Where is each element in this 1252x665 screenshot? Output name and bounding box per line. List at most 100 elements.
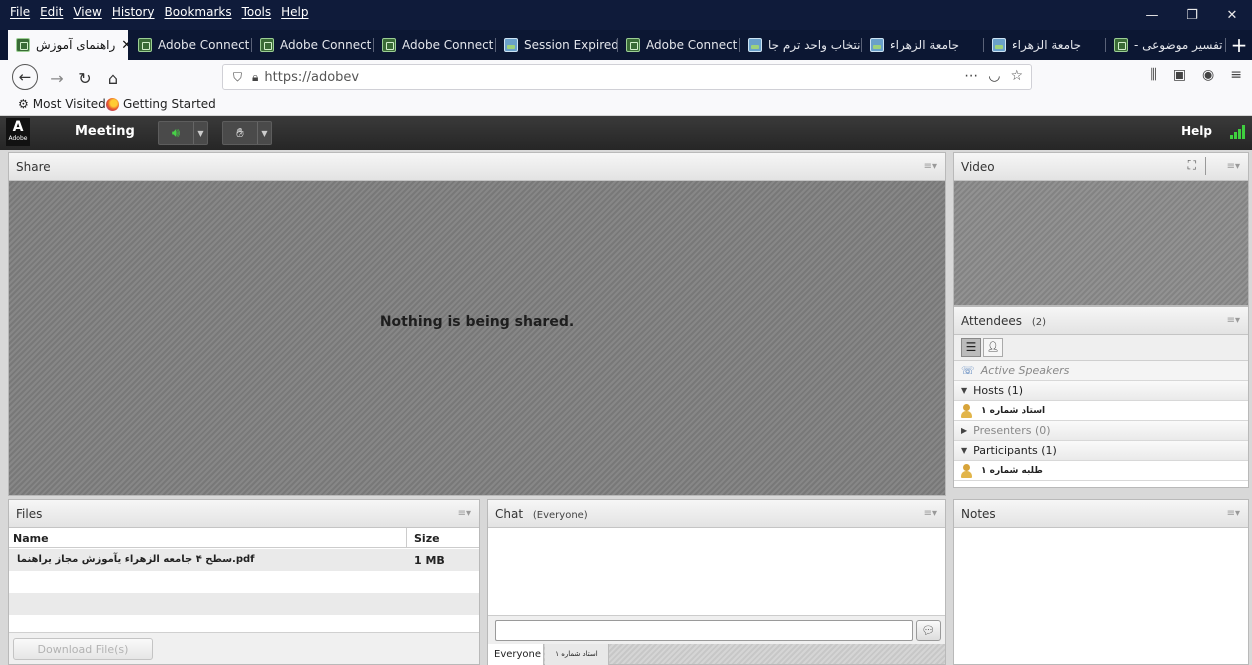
column-name[interactable]: Name: [13, 532, 49, 545]
tab-alzahra-1[interactable]: جامعة الزهراء: [862, 30, 984, 60]
restore-button[interactable]: ❐: [1172, 0, 1212, 30]
forward-arrow-icon[interactable]: →: [44, 65, 70, 91]
tab-guide[interactable]: راهنمای آموزش ✕: [8, 30, 128, 60]
lock-icon[interactable]: 🔒︎: [252, 70, 258, 85]
navigation-bar: ← → ↻ ⌂ ⛉ 🔒︎ https://adobev ⋯ ◡ ☆ ⫼ ▣ ◉ …: [0, 60, 1252, 94]
tracking-shield-icon[interactable]: ⛉: [233, 70, 242, 85]
pod-menu-icon[interactable]: ≡▾: [924, 508, 937, 519]
new-tab-button[interactable]: +: [1228, 30, 1250, 60]
attendees-pod: Attendees (2) ≡▾ ☰ 👤︎ ☏ Active Speakers …: [953, 306, 1249, 488]
adobe-connect-favicon-icon: [626, 38, 640, 52]
phone-icon: ☏: [961, 364, 975, 377]
status-view-icon[interactable]: 👤︎: [983, 338, 1003, 357]
url-bar[interactable]: ⛉ 🔒︎ https://adobev ⋯ ◡ ☆: [222, 64, 1032, 90]
notes-pod: Notes ≡▾: [953, 499, 1249, 665]
close-window-button[interactable]: ✕: [1212, 0, 1252, 30]
expanded-triangle-icon[interactable]: ▼: [961, 386, 967, 395]
hosts-label: Hosts (1): [973, 384, 1024, 397]
files-pod-header: Files ≡▾: [9, 500, 479, 528]
active-speakers-row: ☏ Active Speakers: [954, 361, 1248, 381]
account-icon[interactable]: ◉: [1202, 67, 1214, 83]
url-text[interactable]: https://adobev: [264, 70, 359, 85]
chevron-down-icon[interactable]: ▼: [257, 122, 271, 144]
bookmarks-bar: ⚙ Most Visited Getting Started: [0, 94, 1252, 116]
attendees-pod-header: Attendees (2) ≡▾: [954, 307, 1248, 335]
page-actions-icon[interactable]: ⋯: [964, 68, 978, 84]
tab-tafsir[interactable]: تفسیر موضوعی -: [1106, 30, 1226, 60]
chat-tab-private[interactable]: استاد شماره ۱: [545, 644, 609, 665]
tab-adobe-connect-1[interactable]: Adobe Connect C: [130, 30, 252, 60]
pod-menu-icon[interactable]: ≡▾: [924, 161, 937, 172]
pod-menu-icon[interactable]: ≡▾: [1227, 161, 1240, 172]
pod-title: Files: [16, 507, 43, 521]
chevron-down-icon[interactable]: ▼: [193, 122, 207, 144]
share-pod: Share ≡▾ Nothing is being shared.: [8, 152, 946, 496]
fullscreen-icon[interactable]: ⛶: [1188, 158, 1196, 173]
attendee-view-toolbar: ☰ 👤︎: [954, 335, 1248, 361]
list-view-icon[interactable]: ☰: [961, 338, 981, 357]
minimize-button[interactable]: —: [1132, 0, 1172, 30]
tab-session-expired[interactable]: Session Expired: [496, 30, 618, 60]
hosts-group[interactable]: ▼ Hosts (1): [954, 381, 1248, 401]
presenters-group[interactable]: ▶ Presenters (0): [954, 421, 1248, 441]
download-files-button[interactable]: Download File(s): [13, 638, 153, 660]
participant-attendee[interactable]: طلبه شماره ۱: [954, 461, 1248, 481]
hamburger-menu-icon[interactable]: ≡: [1230, 67, 1242, 83]
bookmark-getting-started[interactable]: Getting Started: [106, 97, 216, 111]
participants-group[interactable]: ▼ Participants (1): [954, 441, 1248, 461]
column-size[interactable]: Size: [414, 532, 440, 545]
tab-adobe-connect-4[interactable]: Adobe Connect I: [618, 30, 740, 60]
host-person-icon: [960, 403, 973, 418]
adobe-connect-favicon-icon: [382, 38, 396, 52]
menu-file[interactable]: File: [10, 5, 30, 19]
pocket-icon[interactable]: ◡: [988, 68, 1000, 84]
sidebar-icon[interactable]: ▣: [1173, 67, 1186, 83]
pod-menu-icon[interactable]: ≡▾: [458, 508, 471, 519]
tab-adobe-connect-2[interactable]: Adobe Connect C: [252, 30, 374, 60]
speaker-icon[interactable]: 🔊︎: [159, 122, 193, 144]
video-pod-header: Video ⛶ ≡▾: [954, 153, 1248, 181]
menu-bookmarks[interactable]: Bookmarks: [165, 5, 232, 19]
send-message-icon[interactable]: 💬︎: [916, 620, 941, 641]
meeting-menu[interactable]: Meeting: [75, 124, 135, 139]
image-favicon-icon: [992, 38, 1006, 52]
help-menu[interactable]: Help: [1181, 124, 1212, 138]
chat-tab-everyone[interactable]: Everyone: [488, 644, 544, 665]
back-arrow-icon[interactable]: ←: [12, 64, 38, 90]
speaker-control[interactable]: 🔊︎ ▼: [158, 121, 208, 145]
adobe-connect-favicon-icon: [16, 38, 30, 52]
menu-edit[interactable]: Edit: [40, 5, 63, 19]
collapsed-triangle-icon[interactable]: ▶: [961, 426, 967, 435]
video-pod: Video ⛶ ≡▾: [953, 152, 1249, 306]
menu-help[interactable]: Help: [281, 5, 308, 19]
host-attendee[interactable]: استاد شماره ۱: [954, 401, 1248, 421]
adobe-connect-favicon-icon: [260, 38, 274, 52]
notes-area[interactable]: [954, 528, 1248, 664]
library-icon[interactable]: ⫼: [1150, 67, 1156, 83]
tab-course-selection[interactable]: انتخاب واحد ترم جا: [740, 30, 862, 60]
menu-view[interactable]: View: [73, 5, 101, 19]
tab-label: Adobe Connect I: [646, 38, 740, 52]
table-row[interactable]: pdf.سطح ۴ جامعه الزهراء یآموزش مجاز یراه…: [9, 549, 479, 571]
chat-scope: (Everyone): [532, 510, 588, 521]
share-empty-message: Nothing is being shared.: [379, 314, 575, 330]
pod-menu-icon[interactable]: ≡▾: [1227, 508, 1240, 519]
close-tab-icon[interactable]: ✕: [121, 38, 128, 53]
expanded-triangle-icon[interactable]: ▼: [961, 446, 967, 455]
tab-adobe-connect-3[interactable]: Adobe Connect C: [374, 30, 496, 60]
chat-message-input[interactable]: [495, 620, 913, 641]
bookmark-star-icon[interactable]: ☆: [1010, 68, 1023, 84]
pod-menu-icon[interactable]: ≡▾: [1227, 315, 1240, 326]
menu-tools[interactable]: Tools: [242, 5, 272, 19]
reload-icon[interactable]: ↻: [72, 65, 98, 91]
tab-alzahra-2[interactable]: جامعة الزهراء: [984, 30, 1106, 60]
share-pod-header: Share ≡▾: [9, 153, 945, 181]
status-person-icon[interactable]: ✋︎: [223, 122, 257, 144]
home-icon[interactable]: ⌂: [100, 65, 126, 91]
files-pod: Files ≡▾ Name Size pdf.سطح ۴ جامعه الزهر…: [8, 499, 480, 665]
bookmark-most-visited[interactable]: ⚙ Most Visited: [18, 97, 106, 111]
raise-hand-control[interactable]: ✋︎ ▼: [222, 121, 272, 145]
image-favicon-icon: [504, 38, 518, 52]
active-speakers-label: Active Speakers: [980, 364, 1070, 377]
menu-history[interactable]: History: [112, 5, 155, 19]
